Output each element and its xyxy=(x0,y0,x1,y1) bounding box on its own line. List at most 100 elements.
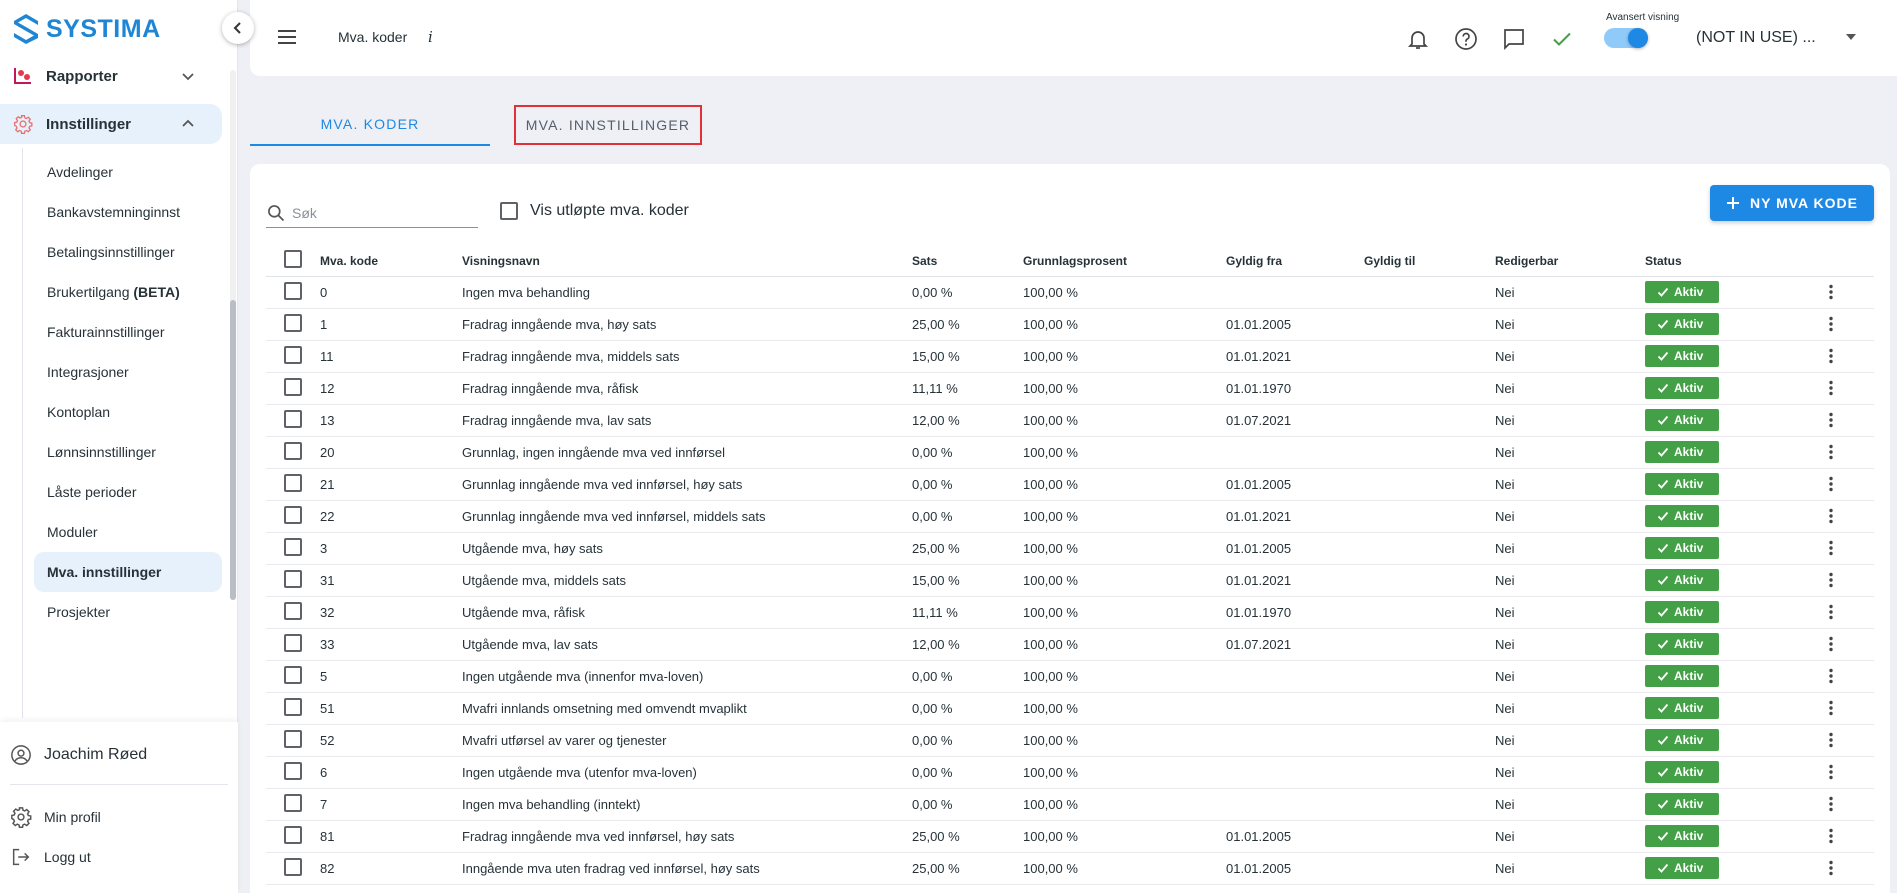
row-checkbox[interactable] xyxy=(284,441,302,460)
help-icon[interactable] xyxy=(1454,27,1478,51)
sidebar-item-prosjekter[interactable]: Prosjekter xyxy=(34,592,222,632)
sidebar-item-bankavstemninginnst[interactable]: Bankavstemninginnst xyxy=(34,192,222,232)
chat-icon[interactable] xyxy=(1502,27,1526,51)
more-vert-icon[interactable] xyxy=(1822,539,1840,557)
column-header-sats[interactable]: Sats xyxy=(912,246,1023,277)
status-badge[interactable]: Aktiv xyxy=(1645,313,1719,335)
sidebar-item-fakturainnstillinger[interactable]: Fakturainnstillinger xyxy=(34,312,222,352)
table-row[interactable]: 31 Utgående mva, middels sats 15,00 % 10… xyxy=(266,564,1874,597)
company-selector[interactable]: (NOT IN USE) ... xyxy=(1696,29,1816,47)
status-badge[interactable]: Aktiv xyxy=(1645,473,1719,495)
more-vert-icon[interactable] xyxy=(1822,571,1840,589)
table-row[interactable]: 33 Utgående mva, lav sats 12,00 % 100,00… xyxy=(266,628,1874,661)
column-header-gyldig-til[interactable]: Gyldig til xyxy=(1364,246,1495,277)
status-badge[interactable]: Aktiv xyxy=(1645,857,1719,879)
table-row[interactable]: 82 Inngående mva uten fradrag ved innfør… xyxy=(266,852,1874,885)
row-checkbox[interactable] xyxy=(284,729,302,748)
status-badge[interactable]: Aktiv xyxy=(1645,697,1719,719)
row-checkbox[interactable] xyxy=(284,473,302,492)
show-expired-checkbox[interactable]: Vis utløpte mva. koder xyxy=(500,202,689,220)
sidebar-group-rapporter[interactable]: Rapporter xyxy=(0,56,222,96)
status-badge[interactable]: Aktiv xyxy=(1645,825,1719,847)
logout-link[interactable]: Logg ut xyxy=(10,846,91,868)
status-badge[interactable]: Aktiv xyxy=(1645,537,1719,559)
table-row[interactable]: 3 Utgående mva, høy sats 25,00 % 100,00 … xyxy=(266,532,1874,565)
column-header-status[interactable]: Status xyxy=(1645,246,1785,277)
row-checkbox[interactable] xyxy=(284,569,302,588)
status-badge[interactable]: Aktiv xyxy=(1645,505,1719,527)
status-badge[interactable]: Aktiv xyxy=(1645,409,1719,431)
status-badge[interactable]: Aktiv xyxy=(1645,665,1719,687)
table-row[interactable]: 32 Utgående mva, råfisk 11,11 % 100,00 %… xyxy=(266,596,1874,629)
more-vert-icon[interactable] xyxy=(1822,507,1840,525)
table-row[interactable]: 13 Fradrag inngående mva, lav sats 12,00… xyxy=(266,404,1874,437)
table-row[interactable]: 81 Fradrag inngående mva ved innførsel, … xyxy=(266,820,1874,853)
column-header-mva-kode[interactable]: Mva. kode xyxy=(320,246,462,277)
status-badge[interactable]: Aktiv xyxy=(1645,793,1719,815)
table-row[interactable]: 7 Ingen mva behandling (inntekt) 0,00 % … xyxy=(266,788,1874,821)
sidebar-scrollbar[interactable] xyxy=(230,70,236,600)
tab-mva-koder[interactable]: MVA. KODER xyxy=(250,104,490,146)
row-checkbox[interactable] xyxy=(284,505,302,524)
table-row[interactable]: 21 Grunnlag inngående mva ved innførsel,… xyxy=(266,468,1874,501)
row-checkbox[interactable] xyxy=(284,857,302,876)
search-field[interactable] xyxy=(266,198,478,228)
status-badge[interactable]: Aktiv xyxy=(1645,281,1719,303)
sidebar-group-innstillinger[interactable]: Innstillinger xyxy=(0,104,222,144)
select-all-checkbox[interactable] xyxy=(284,250,302,269)
status-badge[interactable]: Aktiv xyxy=(1645,729,1719,751)
table-row[interactable]: 5 Ingen utgående mva (innenfor mva-loven… xyxy=(266,660,1874,693)
status-badge[interactable]: Aktiv xyxy=(1645,377,1719,399)
column-header-visningsnavn[interactable]: Visningsnavn xyxy=(462,246,912,277)
tab-mva-innstillinger[interactable]: MVA. INNSTILLINGER xyxy=(514,105,702,145)
sidebar-item-betalingsinnstillinger[interactable]: Betalingsinnstillinger xyxy=(34,232,222,272)
collapse-sidebar-button[interactable] xyxy=(222,12,254,44)
more-vert-icon[interactable] xyxy=(1822,283,1840,301)
row-checkbox[interactable] xyxy=(284,665,302,684)
status-badge[interactable]: Aktiv xyxy=(1645,345,1719,367)
row-checkbox[interactable] xyxy=(284,793,302,812)
more-vert-icon[interactable] xyxy=(1822,795,1840,813)
more-vert-icon[interactable] xyxy=(1822,827,1840,845)
caret-down-icon[interactable] xyxy=(1846,34,1856,40)
more-vert-icon[interactable] xyxy=(1822,763,1840,781)
more-vert-icon[interactable] xyxy=(1822,859,1840,877)
sidebar-item-laste-perioder[interactable]: Låste perioder xyxy=(34,472,222,512)
logo[interactable]: SYSTIMA xyxy=(12,12,161,46)
table-row[interactable]: 11 Fradrag inngående mva, middels sats 1… xyxy=(266,340,1874,373)
row-checkbox[interactable] xyxy=(284,633,302,652)
check-icon[interactable] xyxy=(1550,27,1574,51)
scrollbar-thumb[interactable] xyxy=(230,300,236,600)
min-profil-link[interactable]: Min profil xyxy=(10,806,101,828)
table-row[interactable]: 52 Mvafri utførsel av varer og tjenester… xyxy=(266,724,1874,757)
sidebar-item-mva-innstillinger[interactable]: Mva. innstillinger xyxy=(34,552,222,592)
status-badge[interactable]: Aktiv xyxy=(1645,441,1719,463)
menu-icon[interactable] xyxy=(276,26,298,48)
info-icon[interactable]: i xyxy=(428,28,433,46)
table-row[interactable]: 0 Ingen mva behandling 0,00 % 100,00 % N… xyxy=(266,276,1874,309)
row-checkbox[interactable] xyxy=(284,761,302,780)
row-checkbox[interactable] xyxy=(284,601,302,620)
table-row[interactable]: 20 Grunnlag, ingen inngående mva ved inn… xyxy=(266,436,1874,469)
column-header-redigerbar[interactable]: Redigerbar xyxy=(1495,246,1645,277)
more-vert-icon[interactable] xyxy=(1822,347,1840,365)
row-checkbox[interactable] xyxy=(284,825,302,844)
table-row[interactable]: 51 Mvafri innlands omsetning med omvendt… xyxy=(266,692,1874,725)
row-checkbox[interactable] xyxy=(284,409,302,428)
more-vert-icon[interactable] xyxy=(1822,667,1840,685)
more-vert-icon[interactable] xyxy=(1822,443,1840,461)
status-badge[interactable]: Aktiv xyxy=(1645,601,1719,623)
advanced-view-toggle[interactable] xyxy=(1604,28,1648,48)
more-vert-icon[interactable] xyxy=(1822,315,1840,333)
status-badge[interactable]: Aktiv xyxy=(1645,761,1719,783)
table-row[interactable]: 1 Fradrag inngående mva, høy sats 25,00 … xyxy=(266,308,1874,341)
status-badge[interactable]: Aktiv xyxy=(1645,569,1719,591)
sidebar-item-integrasjoner[interactable]: Integrasjoner xyxy=(34,352,222,392)
sidebar-item-avdelinger[interactable]: Avdelinger xyxy=(34,152,222,192)
sidebar-item-kontoplan[interactable]: Kontoplan xyxy=(34,392,222,432)
column-header-gyldig-fra[interactable]: Gyldig fra xyxy=(1226,246,1364,277)
user-profile[interactable]: Joachim Røed xyxy=(10,744,147,766)
table-row[interactable]: 6 Ingen utgående mva (utenfor mva-loven)… xyxy=(266,756,1874,789)
row-checkbox[interactable] xyxy=(284,377,302,396)
row-checkbox[interactable] xyxy=(284,313,302,332)
